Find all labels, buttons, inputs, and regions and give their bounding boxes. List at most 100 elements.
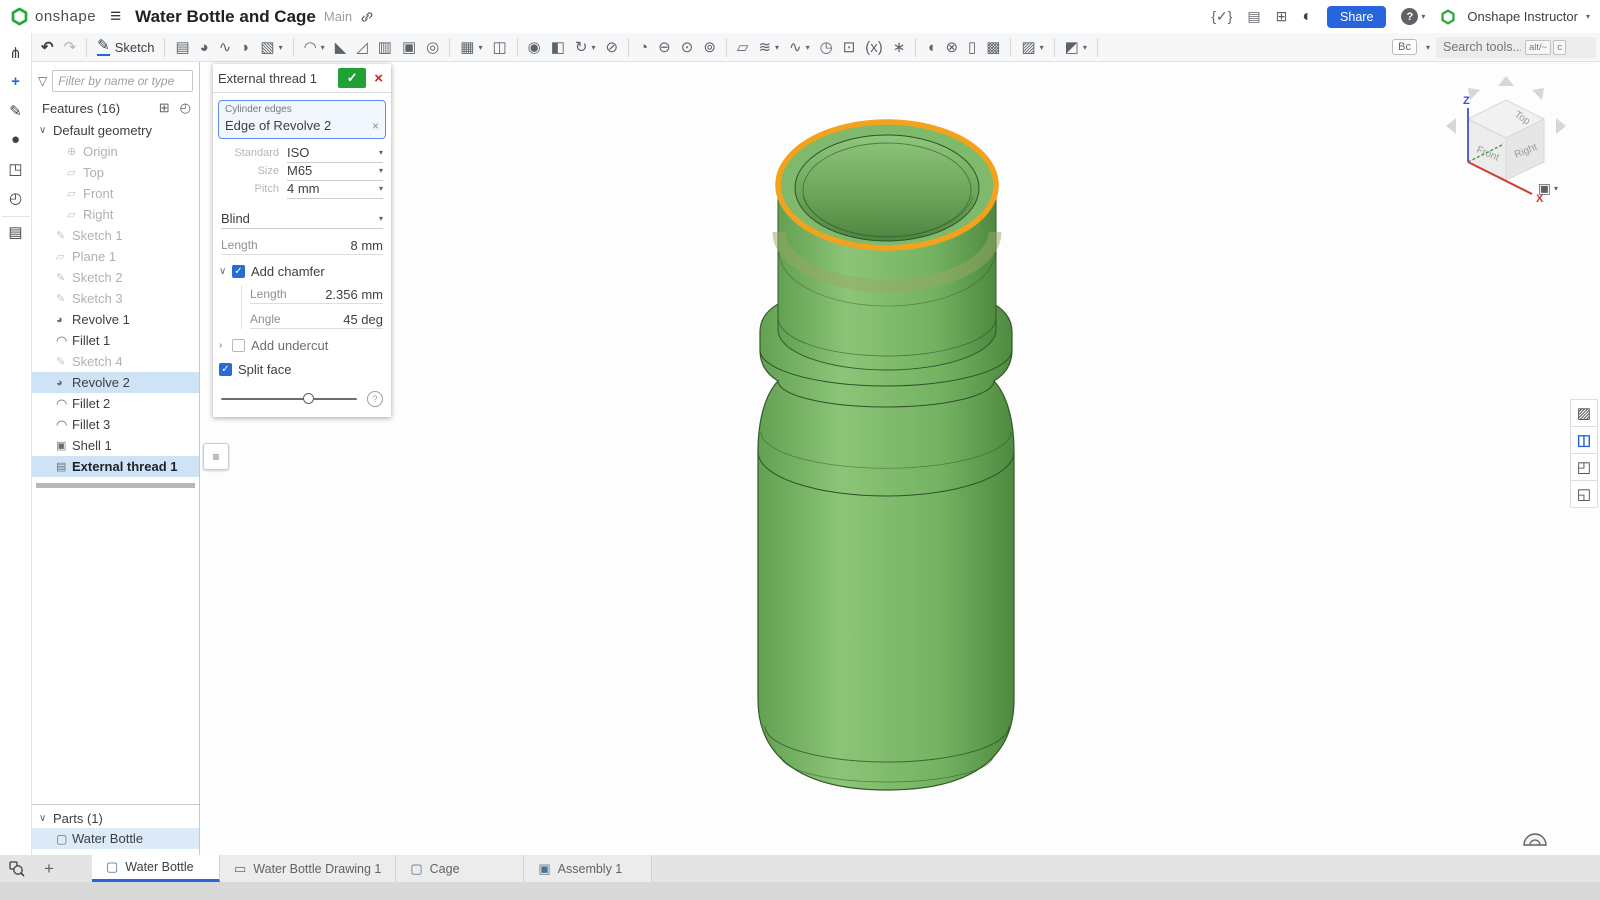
boolean-button[interactable]: ◉	[524, 38, 545, 57]
feature-sketch-1[interactable]: Sketch 1	[32, 225, 199, 246]
sheet-metal-flat-button[interactable]: ⊗	[941, 38, 962, 57]
search-tabs-button[interactable]	[0, 855, 34, 882]
named-views-icon[interactable]: ◫	[1570, 426, 1598, 453]
feature-external-thread-1[interactable]: External thread 1	[32, 456, 199, 477]
mirror-button[interactable]: ◫	[488, 38, 510, 57]
undo-button[interactable]: ↶	[37, 38, 58, 57]
clear-selection-icon[interactable]: ×	[372, 119, 379, 133]
isolate-icon[interactable]: ◱	[1570, 480, 1598, 508]
appearance-icon[interactable]: ▨	[1570, 399, 1598, 426]
frame-button[interactable]: ▩	[982, 38, 1004, 57]
feature-front-plane[interactable]: Front	[32, 183, 199, 204]
add-tab-button[interactable]: +	[34, 855, 64, 882]
projected-curve-button[interactable]: ⊡	[839, 38, 860, 57]
feature-revolve-1[interactable]: Revolve 1	[32, 309, 199, 330]
modify-fillet-button[interactable]: ◔	[635, 38, 652, 57]
chamfer-angle-field[interactable]: Angle 45 deg	[250, 310, 383, 329]
chamfer-button[interactable]: ◣	[331, 38, 351, 57]
filter-funnel-icon[interactable]: ▽	[38, 74, 47, 88]
tab-water-bottle-drawing-1[interactable]: ▭ Water Bottle Drawing 1	[220, 855, 397, 882]
graphics-viewport[interactable]: ≡ Top Front Right Z X ▣ ▾ ▨ ◫ ◰ ◱	[201, 62, 1600, 855]
dialog-help-icon[interactable]: ?	[367, 391, 383, 407]
share-link-icon[interactable]	[360, 10, 374, 24]
standard-select[interactable]: Standard ISO ▾	[221, 144, 383, 163]
tab-water-bottle[interactable]: ▢ Water Bottle	[92, 855, 220, 882]
redo-button[interactable]: ↷	[60, 38, 81, 57]
pitch-select[interactable]: Pitch 4 mm ▾	[221, 180, 383, 199]
fillet-button[interactable]: ◠ ▾	[300, 38, 329, 57]
draft-button[interactable]: ◿	[352, 38, 372, 57]
filter-input[interactable]	[52, 70, 193, 92]
opacity-slider[interactable]	[221, 393, 357, 404]
linear-pattern-button[interactable]: ▦ ▾	[456, 38, 486, 57]
chevron-down-icon[interactable]: ∨	[219, 266, 232, 277]
hole-button[interactable]: ◎	[422, 38, 443, 57]
help-menu[interactable]: ? ▾	[1401, 8, 1425, 25]
bill-of-characterization-button[interactable]: Bc	[1392, 39, 1417, 55]
view-options-button[interactable]: ▣ ▾	[1538, 180, 1558, 197]
chevron-right-icon[interactable]: ›	[219, 340, 232, 351]
sheet-metal-model-button[interactable]: ◖	[922, 38, 939, 57]
feature-fillet-1[interactable]: Fillet 1	[32, 330, 199, 351]
checklist-icon[interactable]: ▤	[1, 216, 30, 246]
feature-plane-1[interactable]: Plane 1	[32, 246, 199, 267]
transform-button[interactable]: ↻ ▾	[571, 38, 600, 57]
plane-button[interactable]: ▱	[733, 38, 753, 57]
offset-surface-button[interactable]: ⊚	[699, 38, 720, 57]
chamfer-length-field[interactable]: Length 2.356 mm	[250, 285, 383, 304]
split-face-checkbox[interactable]	[219, 363, 232, 376]
slider-knob[interactable]	[302, 393, 314, 404]
sheet-metal-table-button[interactable]: ▯	[964, 38, 980, 57]
split-button[interactable]: ◧	[547, 38, 569, 57]
size-select[interactable]: Size M65 ▾	[221, 162, 383, 181]
learning-icon[interactable]: ◳	[2, 154, 30, 183]
delete-face-button[interactable]: ⊖	[654, 38, 675, 57]
feature-list-flyout-handle[interactable]: ≡	[203, 443, 229, 470]
feature-right-plane[interactable]: Right	[32, 204, 199, 225]
search-tools-input[interactable]	[1441, 39, 1523, 55]
chevron-down-icon[interactable]: ▾	[1426, 43, 1430, 52]
feature-shell-1[interactable]: Shell 1	[32, 435, 199, 456]
app-store-icon[interactable]: ⊞	[1276, 8, 1288, 25]
featurescript-icon[interactable]: {✓}	[1211, 8, 1232, 25]
section-view-icon[interactable]: ◰	[1570, 453, 1598, 480]
loft-button[interactable]: ◗	[237, 38, 254, 57]
end-type-select[interactable]: Blind ▾	[221, 208, 383, 229]
rib-button[interactable]: ▥	[374, 38, 396, 57]
markup-icon[interactable]: ✎	[2, 96, 30, 125]
parts-header[interactable]: ∨ Parts (1)	[32, 809, 199, 828]
sketch-button[interactable]: ✎ Sketch	[93, 36, 158, 58]
shell-button[interactable]: ▣	[398, 38, 420, 57]
history-icon[interactable]: ◴	[2, 183, 30, 212]
circular-pattern-button[interactable]: ◷	[816, 38, 837, 57]
search-tools-box[interactable]: alt/~ c	[1436, 36, 1596, 58]
sweep-button[interactable]: ∿	[215, 38, 236, 57]
variable-studio-button[interactable]: ∗	[889, 38, 910, 57]
variable-button[interactable]: (x)	[861, 38, 887, 57]
insert-items-icon[interactable]: +	[2, 67, 30, 96]
add-undercut-checkbox[interactable]	[232, 339, 245, 352]
release-management-icon[interactable]: ▤	[1247, 8, 1260, 25]
share-button[interactable]: Share	[1327, 5, 1387, 28]
cancel-button[interactable]: ×	[374, 70, 383, 87]
surface-tools-button[interactable]: ◩ ▾	[1061, 38, 1091, 57]
feature-top-plane[interactable]: Top	[32, 162, 199, 183]
helix-button[interactable]: ≋ ▾	[754, 38, 783, 57]
protractor-icon[interactable]	[1522, 831, 1548, 847]
thicken-button[interactable]: ▧ ▾	[256, 38, 286, 57]
custom-features-button[interactable]: ▨ ▾	[1017, 38, 1047, 57]
feature-sketch-2[interactable]: Sketch 2	[32, 267, 199, 288]
tab-cage[interactable]: ▢ Cage	[396, 855, 525, 882]
water-bottle-3d-model[interactable]	[201, 62, 1600, 855]
onshape-logo-icon[interactable]	[10, 7, 29, 26]
part-water-bottle[interactable]: Water Bottle	[32, 828, 199, 849]
language-icon[interactable]: ◐	[1302, 8, 1312, 26]
cylinder-edges-selection[interactable]: Cylinder edges Edge of Revolve 2 ×	[218, 100, 386, 139]
feature-sketch-4[interactable]: Sketch 4	[32, 351, 199, 372]
feature-default-geometry[interactable]: ∨ Default geometry	[32, 120, 199, 141]
thread-length-field[interactable]: Length 8 mm	[221, 236, 383, 255]
rollback-history-icon[interactable]: ◴	[180, 100, 191, 116]
extrude-button[interactable]: ▤	[171, 38, 193, 57]
user-menu[interactable]: Onshape Instructor ▾	[1440, 9, 1590, 25]
new-folder-icon[interactable]: ⊞	[159, 100, 170, 116]
